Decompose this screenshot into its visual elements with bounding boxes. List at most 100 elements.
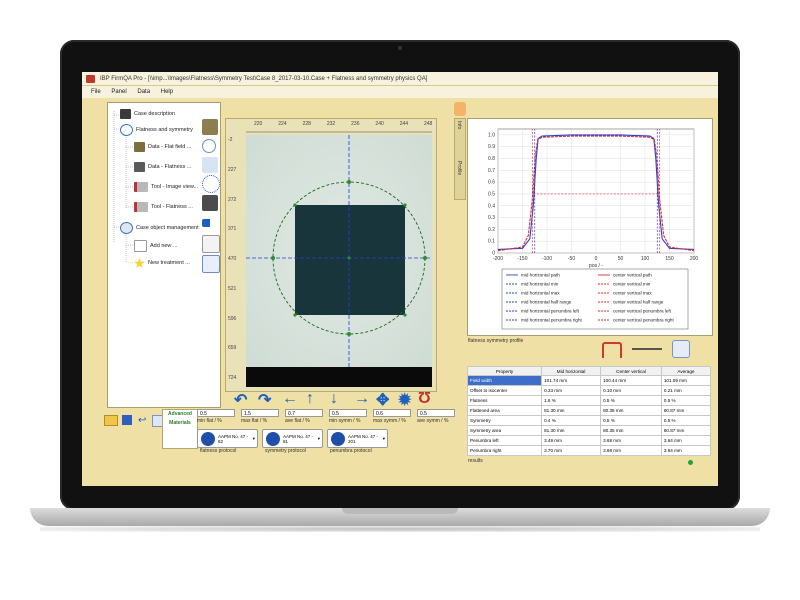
min-flat-input[interactable]: 0.5 [197, 409, 235, 417]
menu-panel[interactable]: Panel [111, 86, 126, 98]
tree-item-data-flat-field[interactable]: Data - Flat field ... [134, 142, 191, 152]
table-row[interactable]: Offset to isocenter 0.33 mm 0.10 mm 0.21 mm [466, 385, 712, 396]
curve-tool-icon[interactable] [202, 235, 220, 253]
back-icon[interactable]: ↩ [138, 416, 146, 426]
field-image[interactable] [246, 135, 432, 387]
profile-tool-icon[interactable] [202, 157, 218, 173]
menu-data[interactable]: Data [137, 86, 150, 98]
tab-profile[interactable]: Profile [456, 161, 462, 175]
table-header-row: Property Mid horizontal Center vertical … [466, 366, 712, 376]
legend-label: center vertical penumbra right [613, 318, 674, 323]
min-symm-input[interactable]: 0.5 [329, 409, 367, 417]
arrow-down-icon[interactable]: ↓ [330, 390, 338, 408]
ave-symm-input[interactable]: 0.5 [417, 409, 455, 417]
tree-item-case-description[interactable]: Case description [120, 109, 175, 119]
x-tick-label: 150 [665, 256, 674, 262]
chart-caption: flatness symmetry profile [468, 338, 524, 344]
legend-label: center vertical min [613, 282, 651, 287]
open-folder-icon[interactable] [104, 415, 118, 426]
arrow-right-icon[interactable]: → [354, 390, 370, 408]
tree-item-flatness[interactable]: Flatness and symmetry [120, 124, 193, 136]
table-cell: 3.49 mm [541, 435, 602, 446]
table-cell: Penumbra right [466, 445, 543, 456]
tab-info[interactable]: Info [456, 121, 462, 129]
ruler-left: -2 227 272 371 470 521 596 659 724 [228, 133, 242, 383]
ruler-left-label: -2 [228, 137, 233, 143]
circle-roi-icon[interactable] [202, 175, 220, 193]
max-flat-input[interactable]: 1.5 [241, 409, 279, 417]
ruler-top-label: 228 [302, 121, 311, 127]
table-row[interactable]: Flattened area 81.30 mm 80.35 mm 80.87 mm [466, 405, 712, 416]
menu-help[interactable]: Help [161, 86, 173, 98]
arrow-tool-icon[interactable] [202, 219, 218, 227]
tree-item-label: Tool - Flatness ... [151, 204, 193, 210]
legend-label: mid horizontal min [521, 282, 559, 287]
ave-flat-input[interactable]: 0.7 [285, 409, 323, 417]
table-cell: Symmetry [466, 415, 543, 426]
dropdown-arrow-icon: ▾ [317, 435, 320, 441]
table-row[interactable]: Penumbra right 3.70 mm 3.68 mm 3.64 mm [466, 445, 712, 456]
flatness-protocol-select[interactable]: AAPM No. 47 - 62 ▾ [197, 429, 258, 448]
table-row[interactable]: Field width 101.74 mm 100.44 mm 101.09 mm [466, 375, 712, 386]
table-cell: 0.4 % [541, 415, 602, 426]
move-icon[interactable]: ✥ [376, 390, 389, 410]
table-cell: 3.68 mm [600, 435, 662, 446]
person-icon[interactable] [202, 195, 218, 211]
image-tool-icon[interactable] [202, 119, 218, 135]
magnet-icon[interactable]: Ʊ [418, 390, 431, 408]
y-tick-label: 0.4 [488, 203, 495, 209]
aapm-logo-icon [266, 431, 280, 446]
status-indicator [688, 460, 693, 465]
table-cell: 3.64 mm [660, 445, 712, 456]
table-row[interactable]: Penumbra left 3.49 mm 3.68 mm 3.64 mm [466, 435, 712, 446]
settings-gear-icon[interactable]: ✹ [398, 390, 411, 410]
x-tick-label: 0 [595, 256, 598, 262]
arrow-up-icon[interactable]: ↑ [306, 390, 314, 408]
arrow-left-icon[interactable]: ← [282, 390, 298, 408]
table-row[interactable]: Symmetry 0.4 % 0.5 % 0.5 % [466, 415, 712, 426]
menu-file[interactable]: File [91, 86, 101, 98]
ruler-icon[interactable] [454, 102, 466, 116]
scale-icon[interactable] [632, 348, 662, 350]
symmetry-protocol-label: symmetry protocol [265, 448, 306, 454]
profile-chart[interactable]: -200 -150 -100 -50 0 50 100 150 200 0 0.1 0.2 0.3 0.4… [468, 119, 712, 335]
profile-shape-icon[interactable] [602, 342, 622, 358]
table-row[interactable]: Symmetry area 81.30 mm 80.35 mm 80.87 mm [466, 425, 712, 436]
penumbra-protocol-select[interactable]: AAPM No. 47 - 201 ▾ [327, 429, 388, 448]
grid-tool-icon[interactable] [202, 255, 220, 273]
tree-item-tool-flatness[interactable]: Tool - Flatness ... [134, 202, 193, 212]
ruler-left-label: 272 [228, 196, 237, 203]
table-cell: 100.44 mm [600, 375, 662, 386]
tree-item-new-treatment[interactable]: New treatment ... [134, 258, 190, 268]
tree-item-add-new[interactable]: Add new ... [134, 240, 178, 252]
table-cell: Penumbra left [466, 435, 543, 446]
x-tick-label: -150 [517, 256, 527, 262]
table-row[interactable]: Flatness 1.6 % 0.5 % 0.5 % [466, 395, 712, 406]
tree-item-data-flatness[interactable]: Data - Flatness ... [134, 162, 191, 172]
x-tick-label: -50 [568, 256, 575, 262]
table-cell: 80.35 mm [600, 405, 662, 416]
table-cell: 81.30 mm [541, 425, 602, 436]
tree-item-label: Data - Flatness ... [148, 164, 192, 170]
results-table: Property Mid horizontal Center vertical … [466, 366, 712, 456]
export-icon[interactable] [672, 340, 690, 358]
rotate-right-icon[interactable]: ↷ [258, 390, 271, 410]
tree-item-label: Case object management [136, 225, 199, 231]
symmetry-protocol-select[interactable]: AAPM No. 47 - 81 ▾ [262, 429, 323, 448]
rotate-left-icon[interactable]: ↶ [234, 390, 247, 410]
legend-label: center vertical half range [613, 300, 664, 305]
save-icon[interactable] [122, 415, 132, 425]
zoom-icon[interactable] [202, 139, 216, 153]
tree-item-tool-image-view[interactable]: Tool - Image view... [134, 182, 198, 192]
table-cell: 101.09 mm [660, 375, 712, 386]
y-tick-label: 0.7 [488, 168, 495, 174]
tree-item-case-object-management[interactable]: Case object management [120, 222, 199, 234]
image-panel[interactable]: 220 224 228 232 236 240 244 248 -2 227 272 371 470 5… [225, 118, 437, 392]
legend-label: mid horizontal path [521, 273, 560, 278]
x-tick-label: -100 [542, 256, 552, 262]
max-symm-input[interactable]: 0.6 [373, 409, 411, 417]
ruler-top: 220 224 228 232 236 240 244 248 [246, 121, 432, 133]
window-title: IBP FirmQA Pro - [\\imp...\Images\Flatne… [100, 76, 428, 82]
table-cell: 3.64 mm [660, 435, 712, 446]
profile-chart-panel: -200 -150 -100 -50 0 50 100 150 200 0 0.1 0.2 0.3 0.4… [467, 118, 713, 336]
